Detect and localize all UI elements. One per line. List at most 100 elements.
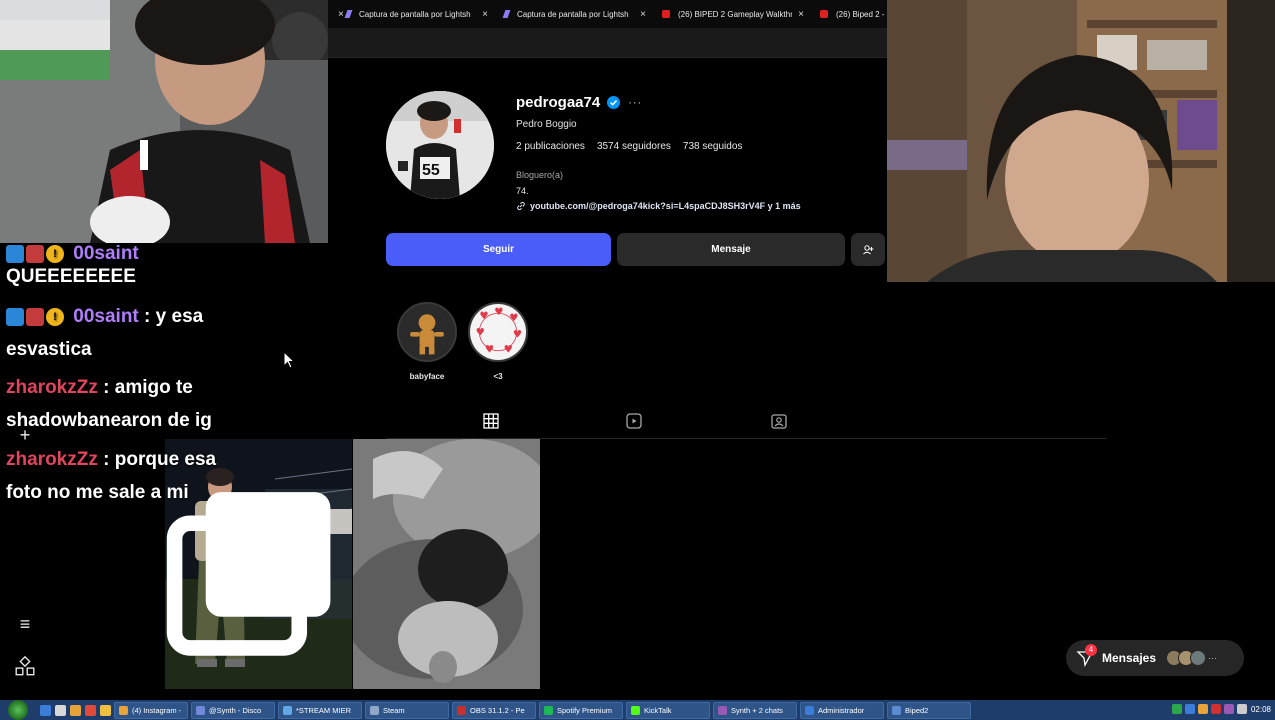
taskbar-label: Biped2 xyxy=(905,705,929,715)
youtube-icon xyxy=(662,10,670,18)
highlight-label: <3 xyxy=(493,372,503,381)
taskbar-button[interactable]: Spotify Premium xyxy=(539,701,623,719)
highlight-cover xyxy=(397,302,457,362)
grid-icon[interactable] xyxy=(482,412,500,430)
suggest-user-button[interactable] xyxy=(851,233,885,266)
app-icon[interactable] xyxy=(70,704,81,716)
avatar xyxy=(1190,650,1207,666)
clock: 02:08 xyxy=(1250,705,1271,714)
chat-badges: ! xyxy=(6,307,64,326)
taskbar-label: KickTalk xyxy=(644,705,672,715)
more-options-icon[interactable]: ··· xyxy=(628,97,642,109)
browser-tab[interactable]: (26) BIPED 2 Gameplay Walkthr × xyxy=(652,0,810,28)
direct-message-icon: 4 xyxy=(1076,644,1097,668)
taskbar-label: OBS 31.1.2 - Pe xyxy=(470,705,525,715)
webcam-right xyxy=(887,0,1275,282)
more-icon: ··· xyxy=(1208,653,1218,663)
youtube-icon xyxy=(820,10,828,18)
profile-avatar[interactable]: 55 xyxy=(386,91,494,199)
tray-icon[interactable] xyxy=(1198,704,1208,714)
pen-icon xyxy=(344,10,353,18)
tray-icon[interactable] xyxy=(1185,704,1195,714)
browser-tab[interactable]: Captura de pantalla por Lightsh × xyxy=(336,0,494,28)
tray-icon[interactable] xyxy=(1224,704,1234,714)
taskbar-button[interactable]: Administrador xyxy=(800,701,884,719)
taskbar-button[interactable]: Synth + 2 chats xyxy=(713,701,797,719)
tab-close-partial[interactable]: × xyxy=(328,0,344,28)
profile-category: Bloguero(a) xyxy=(516,170,564,180)
app-icon[interactable] xyxy=(40,704,51,716)
taskbar-button[interactable]: @Synth - Disco xyxy=(191,701,275,719)
unread-badge: 4 xyxy=(1085,644,1097,656)
webcam-left-image xyxy=(0,0,328,243)
address-bar[interactable] xyxy=(328,28,887,58)
svg-text:♥: ♥ xyxy=(504,344,513,356)
svg-text:♥: ♥ xyxy=(494,306,503,318)
chat-message-text: shadowbanearon de ig xyxy=(6,410,212,431)
system-tray xyxy=(1172,704,1247,714)
highlight-babyface[interactable]: babyface xyxy=(396,302,458,381)
username-row: pedrogaa74 ··· xyxy=(516,94,642,111)
following-count[interactable]: 738 seguidos xyxy=(683,141,743,152)
create-icon[interactable]: + xyxy=(14,425,36,447)
chat-message: zharokzZz : amigo te xyxy=(6,371,193,404)
svg-text:♥: ♥ xyxy=(513,329,522,341)
svg-text:♥: ♥ xyxy=(479,310,488,322)
apps-icon[interactable] xyxy=(14,656,36,678)
post-thumbnail[interactable] xyxy=(353,439,540,689)
taskbar-button[interactable]: KickTalk xyxy=(626,701,710,719)
link-icon xyxy=(517,201,525,211)
app-icon[interactable] xyxy=(55,704,66,716)
reels-icon[interactable] xyxy=(625,412,643,430)
chat-message-text: foto no me sale a mi xyxy=(6,482,189,503)
chat-username: zharokzZz xyxy=(6,449,98,470)
taskbar-button[interactable]: *STREAM MIER xyxy=(278,701,362,719)
chat-message-text: esvastica xyxy=(6,339,92,360)
messages-label: Mensajes xyxy=(1102,651,1157,665)
profile-username: pedrogaa74 xyxy=(516,94,601,111)
badge-icon xyxy=(26,307,44,326)
close-icon[interactable]: × xyxy=(640,9,646,20)
pen-icon xyxy=(502,10,511,18)
browser-tab[interactable]: (26) Biped 2 - xyxy=(810,0,887,28)
menu-icon[interactable]: ≡ xyxy=(14,614,36,636)
avatar-photo: 55 xyxy=(386,91,494,199)
admin-icon xyxy=(805,705,814,715)
hearts-image: ♥ ♥ ♥ ♥ ♥ ♥ ♥ xyxy=(470,304,526,360)
verified-badge-icon xyxy=(607,96,621,109)
close-icon[interactable]: × xyxy=(482,9,488,20)
message-button[interactable]: Mensaje xyxy=(617,233,845,266)
post-image-bw xyxy=(353,439,540,689)
volume-icon[interactable] xyxy=(1237,704,1247,714)
highlight-heart[interactable]: ♥ ♥ ♥ ♥ ♥ ♥ ♥ <3 xyxy=(467,302,529,381)
taskbar-button[interactable]: Steam xyxy=(365,701,449,719)
followers-count[interactable]: 3574 seguidores xyxy=(597,141,671,152)
follow-button[interactable]: Seguir xyxy=(386,233,611,266)
taskbar-label: @Synth - Disco xyxy=(209,705,262,715)
taskbar-button[interactable]: OBS 31.1.2 - Pe xyxy=(452,701,536,719)
tab-label: Captura de pantalla por Lightsh xyxy=(359,9,471,19)
tray-icon[interactable] xyxy=(1211,704,1221,714)
taskbar-button[interactable]: Biped2 xyxy=(887,701,971,719)
chat-message-text: QUEEEEEEEE xyxy=(6,266,136,287)
svg-text:55: 55 xyxy=(422,162,440,179)
profile-link[interactable]: youtube.com/@pedroga74kick?si=L4spaCDJ8S… xyxy=(516,201,801,211)
notepad-icon xyxy=(283,705,292,715)
svg-text:♥: ♥ xyxy=(476,327,485,339)
browser-tab-strip: × Captura de pantalla por Lightsh × Capt… xyxy=(328,0,887,28)
whatsapp-icon[interactable] xyxy=(1172,704,1182,714)
taskbar-label: Spotify Premium xyxy=(557,705,613,715)
messages-pill[interactable]: 4 Mensajes ··· xyxy=(1066,640,1244,676)
chat-username: zharokzZz xyxy=(6,377,98,398)
browser-tab[interactable]: Captura de pantalla por Lightsh × xyxy=(494,0,652,28)
folder-icon[interactable] xyxy=(100,704,111,716)
app-icon[interactable] xyxy=(85,704,96,716)
close-icon[interactable]: × xyxy=(798,9,804,20)
mouse-cursor-icon xyxy=(283,351,295,369)
chat-message-text: : amigo te xyxy=(103,377,193,398)
tagged-icon[interactable] xyxy=(770,412,788,430)
taskbar-button[interactable]: (4) Instagram - xyxy=(114,701,188,719)
start-button[interactable] xyxy=(8,700,28,720)
stream-chat: ! 00saint QUEEEEEEEE ! 00saint : y esa e… xyxy=(0,243,240,533)
profile-link-text[interactable]: youtube.com/@pedroga74kick?si=L4spaCDJ8S… xyxy=(530,201,801,211)
